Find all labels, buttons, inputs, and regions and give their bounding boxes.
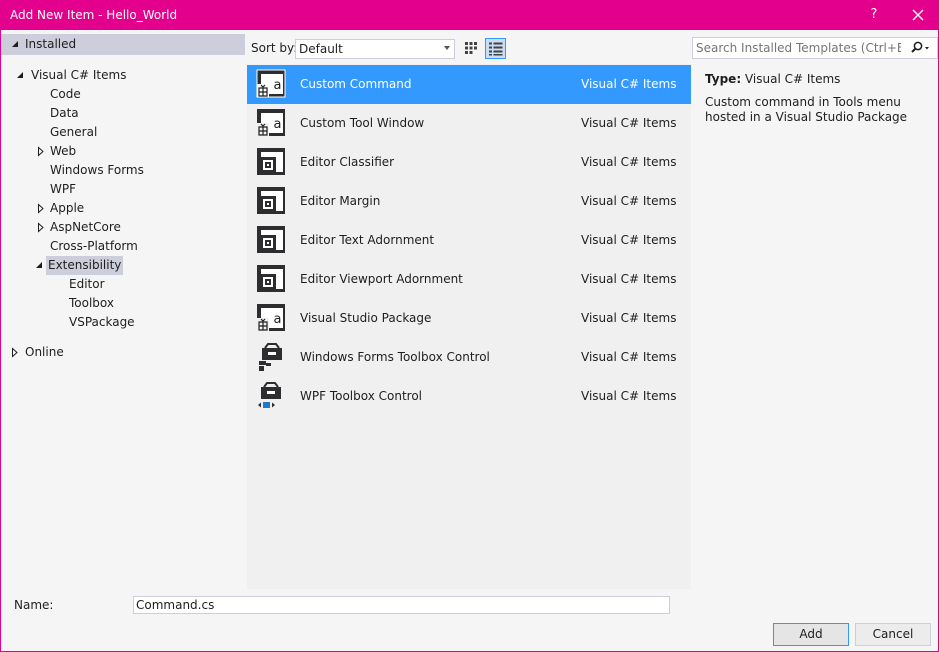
list-view-icon — [489, 42, 503, 56]
template-category: Visual C# Items — [581, 194, 677, 208]
template-category: Visual C# Items — [581, 272, 677, 286]
collapsed-arrow-icon[interactable] — [36, 199, 46, 218]
template-row-editor-classifier[interactable]: Editor Classifier Visual C# Items — [247, 143, 691, 182]
editor-item-icon — [256, 186, 286, 216]
search-templates — [692, 37, 938, 59]
collapsed-arrow-icon[interactable] — [10, 343, 20, 362]
footer: Name: Add Cancel — [1, 589, 938, 651]
template-name: WPF Toolbox Control — [300, 389, 423, 403]
editor-item-icon — [256, 264, 286, 294]
tree-label: Toolbox — [69, 296, 114, 310]
svg-text:a: a — [274, 312, 282, 327]
svg-text:a: a — [274, 117, 282, 132]
type-line: Type: Visual C# Items — [705, 72, 840, 86]
package-item-icon: a — [256, 303, 286, 333]
sort-by-dropdown[interactable]: Default — [295, 39, 455, 59]
wpf-toolbox-icon — [256, 381, 286, 411]
tree-label: Web — [50, 144, 77, 158]
tree-label: Installed — [25, 37, 77, 51]
type-value: Visual C# Items — [744, 72, 841, 86]
template-row-visual-studio-package[interactable]: a Visual Studio Package Visual C# Items — [247, 299, 691, 338]
template-list: a Custom Command Visual C# Items a Custo… — [247, 64, 691, 589]
tree-label: Data — [50, 106, 79, 120]
package-item-icon: a — [256, 108, 286, 138]
template-row-wpf-toolbox-control[interactable]: WPF Toolbox Control Visual C# Items — [247, 377, 691, 416]
name-field-box — [133, 596, 670, 614]
tree-label: Code — [50, 87, 81, 101]
template-description: Custom command in Tools menu hosted in a… — [705, 95, 908, 124]
template-name: Custom Command — [300, 77, 412, 91]
list-view-button[interactable] — [485, 38, 506, 59]
expanded-arrow-icon[interactable] — [15, 66, 25, 85]
template-category: Visual C# Items — [581, 116, 677, 130]
template-name: Editor Viewport Adornment — [300, 272, 463, 286]
search-button[interactable] — [909, 40, 931, 56]
category-tree: Installed Visual C# Items Code Data Gene… — [1, 30, 245, 589]
tree-label: WPF — [50, 182, 77, 196]
package-item-icon: a — [256, 69, 286, 99]
expanded-arrow-icon[interactable] — [34, 256, 44, 275]
template-row-windows-forms-toolbox-control[interactable]: Windows Forms Toolbox Control Visual C# … — [247, 338, 691, 377]
close-button[interactable] — [909, 6, 927, 24]
tree-label: Online — [25, 345, 64, 359]
close-icon — [912, 9, 924, 21]
grid-view-icon — [465, 42, 477, 54]
collapsed-arrow-icon[interactable] — [36, 142, 46, 161]
tree-label: General — [50, 125, 98, 139]
template-row-editor-text-adornment[interactable]: Editor Text Adornment Visual C# Items — [247, 221, 691, 260]
sort-by-value: Default — [299, 42, 343, 56]
tree-label: Windows Forms — [50, 163, 144, 177]
collapsed-arrow-icon[interactable] — [36, 218, 46, 237]
add-new-item-dialog: Add New Item - Hello_World ? Installed V… — [0, 0, 939, 652]
template-name: Visual Studio Package — [300, 311, 432, 325]
details-pane: Type: Visual C# Items Custom command in … — [692, 64, 938, 589]
list-toolbar: Sort by: Default — [247, 34, 692, 62]
type-label: Type: — [705, 72, 742, 86]
sort-by-label: Sort by: — [251, 41, 298, 55]
winforms-toolbox-icon — [256, 342, 286, 372]
tree-label: VSPackage — [69, 315, 135, 329]
tree-label: Extensibility — [46, 256, 124, 275]
editor-item-icon — [256, 225, 286, 255]
search-icon — [911, 41, 929, 53]
template-row-editor-viewport-adornment[interactable]: Editor Viewport Adornment Visual C# Item… — [247, 260, 691, 299]
template-name: Editor Text Adornment — [300, 233, 435, 247]
tree-label: Visual C# Items — [31, 68, 127, 82]
tree-label: AspNetCore — [50, 220, 121, 234]
title-bar: Add New Item - Hello_World ? — [1, 1, 938, 30]
template-category: Visual C# Items — [581, 77, 677, 91]
template-category: Visual C# Items — [581, 155, 677, 169]
add-button[interactable]: Add — [773, 623, 849, 646]
help-button[interactable]: ? — [867, 7, 881, 22]
tree-label: Cross-Platform — [50, 239, 138, 253]
template-name: Editor Classifier — [300, 155, 395, 169]
name-label: Name: — [14, 598, 54, 612]
editor-item-icon — [256, 147, 286, 177]
svg-text:a: a — [274, 78, 282, 93]
template-category: Visual C# Items — [581, 311, 677, 325]
template-category: Visual C# Items — [581, 389, 677, 403]
chevron-down-icon — [444, 46, 450, 50]
name-field[interactable] — [136, 598, 661, 612]
template-name: Editor Margin — [300, 194, 381, 208]
template-row-custom-tool-window[interactable]: a Custom Tool Window Visual C# Items — [247, 104, 691, 143]
template-category: Visual C# Items — [581, 233, 677, 247]
small-icons-view-button[interactable] — [461, 38, 481, 58]
template-row-custom-command[interactable]: a Custom Command Visual C# Items — [247, 65, 691, 104]
cancel-button[interactable]: Cancel — [855, 623, 931, 646]
tree-label: Apple — [50, 201, 85, 215]
template-name: Windows Forms Toolbox Control — [300, 350, 490, 364]
tree-label: Editor — [69, 277, 105, 291]
template-row-editor-margin[interactable]: Editor Margin Visual C# Items — [247, 182, 691, 221]
template-name: Custom Tool Window — [300, 116, 425, 130]
expanded-arrow-icon[interactable] — [10, 35, 20, 54]
window-title: Add New Item - Hello_World — [10, 8, 178, 22]
search-input[interactable] — [696, 40, 901, 55]
template-category: Visual C# Items — [581, 350, 677, 364]
